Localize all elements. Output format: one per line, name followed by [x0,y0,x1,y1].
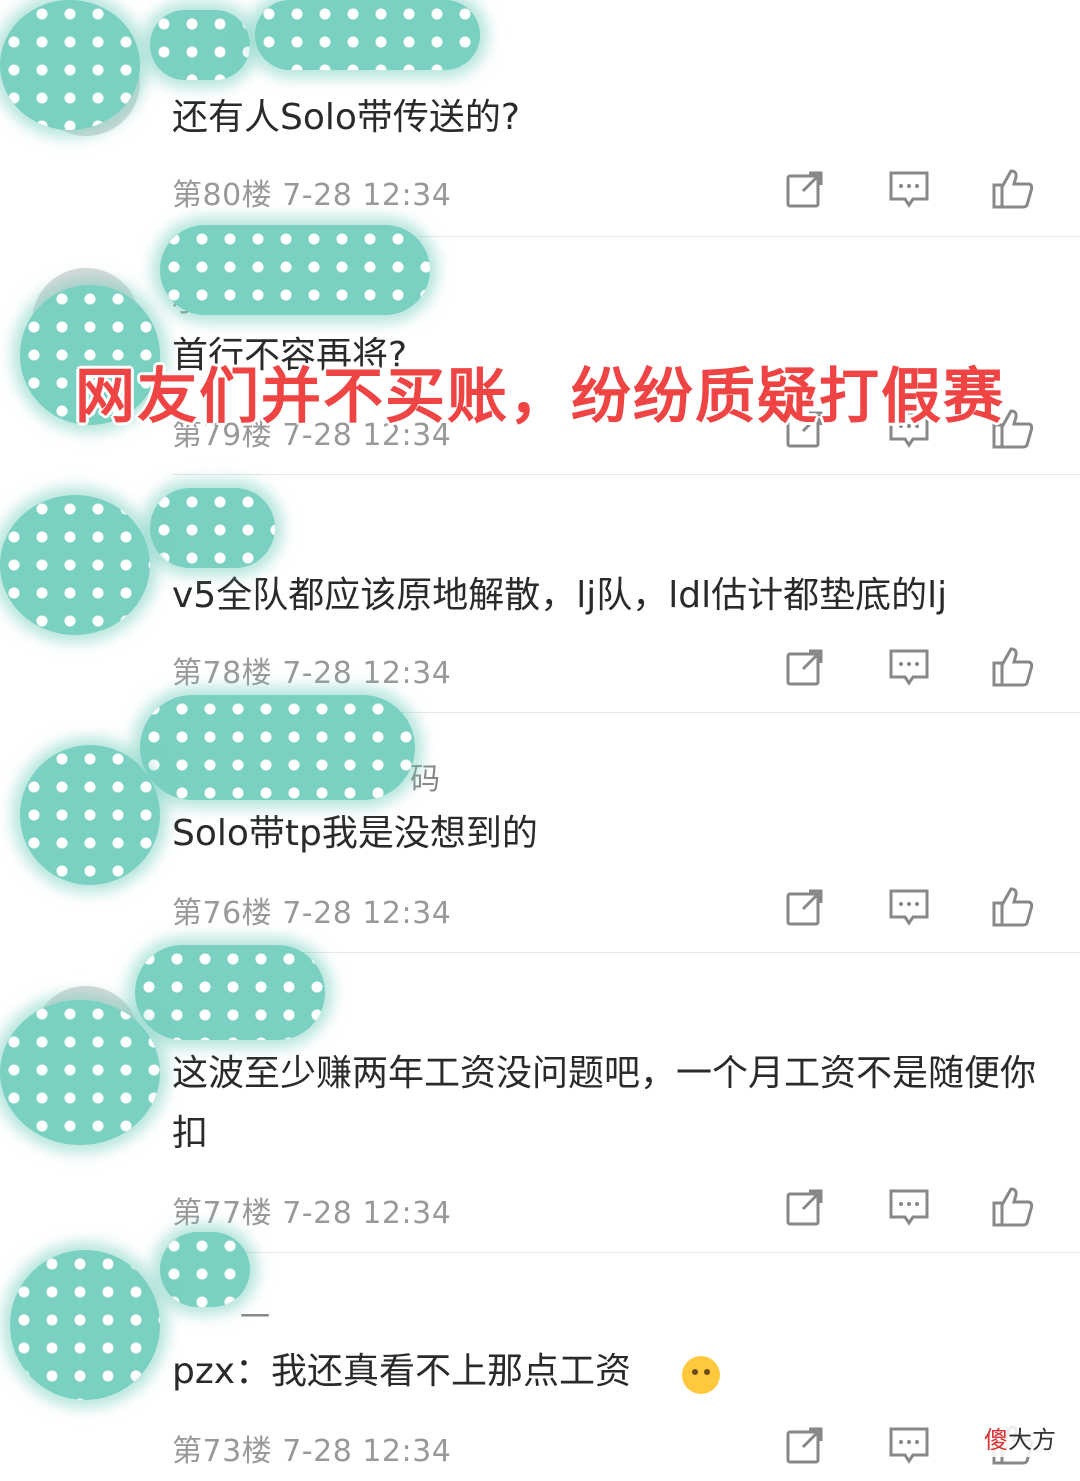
comment-text: pzx：我还真看不上那点工资 [172,1351,632,1392]
comment-text: v5全队都应该原地解散，lj队，ldl估计都垫底的lj [172,575,948,616]
divider [172,952,1080,953]
privacy-blur [20,745,160,885]
privacy-blur [160,225,430,315]
thumbs-up-icon[interactable] [986,1180,1040,1234]
privacy-blur [0,1000,160,1145]
overlay-caption: 网友们并不买账，纷纷质疑打假赛 [75,362,1005,432]
comment-actions [778,162,1040,216]
comment-text: 还有人Solo带传送的? [172,97,521,138]
thumbs-up-icon[interactable] [986,640,1040,694]
smiling-face-emoji-icon [682,1356,720,1394]
privacy-blur [0,0,140,130]
comment-meta: 第73楼 7-28 12:34 [172,1434,452,1469]
comment-actions [778,640,1040,694]
watermark: 傻大方 [980,1418,1060,1457]
watermark-part1: 傻 [984,1426,1008,1454]
comment-icon[interactable] [882,1418,936,1472]
comment-meta: 第80楼 7-28 12:34 [172,178,452,213]
share-icon[interactable] [778,162,832,216]
divider [172,1252,1080,1253]
comment-text: 这波至少赚两年工资没问题吧，一个月工资不是随便你扣 [172,1053,1037,1154]
comment-username[interactable]: 码 [410,754,440,798]
comment-icon[interactable] [882,880,936,934]
comment-icon[interactable] [882,640,936,694]
privacy-blur [160,1232,250,1307]
privacy-blur [140,695,415,800]
privacy-blur [150,10,250,80]
share-icon[interactable] [778,1180,832,1234]
comment-text: Solo带tp我是没想到的 [172,813,538,854]
share-icon[interactable] [778,640,832,694]
share-icon[interactable] [778,880,832,934]
privacy-blur [10,1250,160,1400]
comment-actions [778,880,1040,934]
thumbs-up-icon[interactable] [986,880,1040,934]
share-icon[interactable] [778,1418,832,1472]
comment-icon[interactable] [882,1180,936,1234]
privacy-blur [150,488,275,568]
comment-icon[interactable] [882,162,936,216]
comment-username[interactable]: 一 [240,1292,270,1336]
watermark-part2: 大方 [1008,1426,1056,1454]
privacy-blur [135,945,325,1040]
comment-meta: 第78楼 7-28 12:34 [172,656,452,691]
comment-meta: 第76楼 7-28 12:34 [172,896,452,931]
divider [172,474,1080,475]
privacy-blur [255,0,480,70]
comment-actions [778,1180,1040,1234]
comment-meta: 第77楼 7-28 12:34 [172,1196,452,1231]
thumbs-up-icon[interactable] [986,162,1040,216]
privacy-blur [0,495,150,635]
